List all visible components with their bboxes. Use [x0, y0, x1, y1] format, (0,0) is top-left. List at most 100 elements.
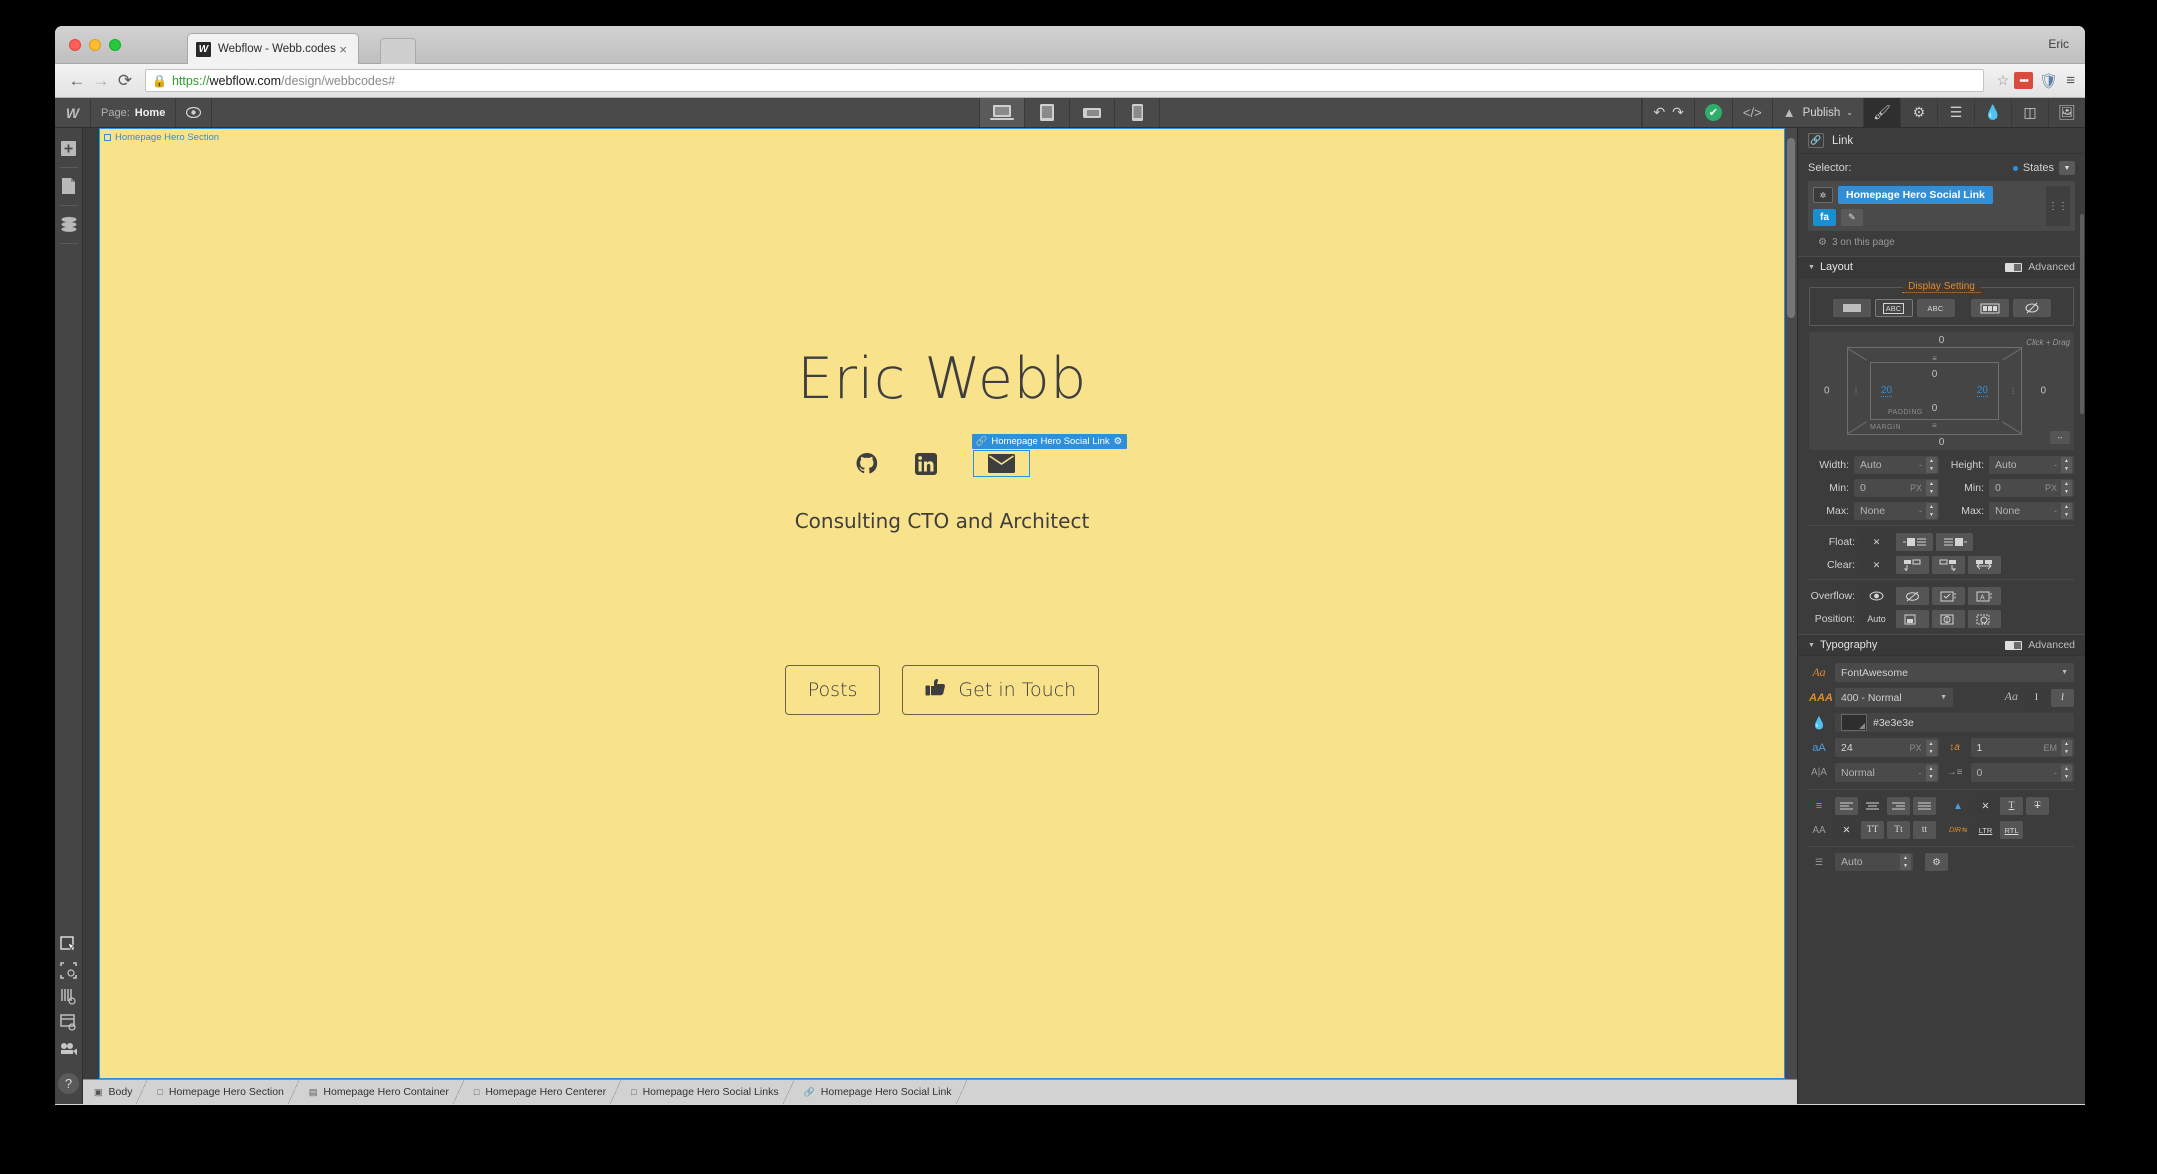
margin-bottom-value[interactable]: 0 [1939, 437, 1945, 448]
align-right-button[interactable] [1887, 797, 1910, 815]
posts-button[interactable]: Posts [784, 665, 881, 715]
canvas-scrollbar[interactable] [1785, 128, 1797, 1079]
window-controls[interactable] [69, 39, 121, 51]
breadcrumb-item-hero-social-links[interactable]: □ Homepage Hero Social Links [620, 1080, 795, 1104]
font-style-normal-button[interactable]: I [2025, 688, 2048, 707]
letter-spacing-input[interactable]: Normal - ▲ ▼ [1835, 763, 1939, 782]
line-height-input[interactable]: 1 EM ▲ ▼ [1970, 738, 2074, 757]
tab-interactions[interactable]: 💧 [1974, 98, 2011, 127]
clear-right-button[interactable] [1932, 556, 1965, 574]
breadcrumb-item-hero-centerer[interactable]: □ Homepage Hero Centerer [463, 1080, 622, 1104]
maximize-window-button[interactable] [109, 39, 121, 51]
viewport-switcher[interactable] [979, 98, 1160, 127]
align-left-button[interactable] [1835, 797, 1858, 815]
margin-top-value[interactable]: 0 [1939, 335, 1945, 346]
close-window-button[interactable] [69, 39, 81, 51]
min-height-stepper[interactable]: ▲ ▼ [2061, 480, 2072, 496]
float-none-button[interactable]: ✕ [1860, 533, 1893, 551]
typography-bottom-stepper[interactable]: ▲ ▼ [1900, 854, 1911, 870]
add-panel-icon[interactable] [58, 137, 80, 159]
panel-scrollbar[interactable] [2079, 154, 2085, 1104]
tab-close-icon[interactable]: × [336, 42, 350, 57]
padding-right-value[interactable]: 20 [1976, 385, 1988, 397]
case-lowercase-button[interactable]: tt [1913, 821, 1936, 839]
max-height-stepper[interactable]: ▲ ▼ [2061, 503, 2072, 519]
max-height-input[interactable]: None - ▲ ▼ [1989, 502, 2074, 520]
text-indent-stepper[interactable]: ▲ ▼ [2061, 764, 2072, 781]
layout-preview-icon[interactable] [58, 1011, 80, 1033]
font-weight-select[interactable]: 400 - Normal ▼ [1835, 688, 1953, 707]
max-width-input[interactable]: None - ▲ ▼ [1854, 502, 1939, 520]
box-model-editor[interactable]: 0 0 0 0 0 0 20 20 MARGIN PADDING ≡ ≡ ⋮ ⋮… [1809, 332, 2074, 450]
width-input[interactable]: Auto - ▲ ▼ [1854, 456, 1939, 474]
extension-icon-red[interactable]: ••• [2014, 72, 2034, 89]
browser-menu-icon[interactable]: ≡ [2066, 72, 2075, 89]
height-input[interactable]: Auto - ▲ ▼ [1989, 456, 2074, 474]
align-justify-button[interactable] [1913, 797, 1936, 815]
panel-scrollbar-thumb[interactable] [2080, 214, 2084, 414]
publish-button[interactable]: ▲ Publish ⌄ [1771, 98, 1863, 127]
align-center-button[interactable] [1861, 797, 1884, 815]
case-none-button[interactable]: ✕ [1835, 821, 1858, 839]
position-absolute-button[interactable] [1932, 610, 1965, 628]
breadcrumb-item-hero-section[interactable]: □ Homepage Hero Section [146, 1080, 300, 1104]
code-export-icon[interactable]: </> [1731, 98, 1772, 127]
webflow-logo[interactable]: W [55, 98, 91, 127]
page-canvas[interactable]: Homepage Hero Section Eric Webb � [99, 128, 1785, 1079]
viewport-tablet[interactable] [1024, 98, 1070, 127]
forward-icon[interactable]: → [89, 69, 113, 93]
canvas-scrollbar-thumb[interactable] [1787, 138, 1795, 318]
get-in-touch-button[interactable]: Get in Touch [902, 665, 1100, 715]
position-auto-button[interactable]: Auto [1860, 610, 1893, 628]
display-inline-block-button[interactable]: ABC [1874, 299, 1913, 317]
gear-icon[interactable]: ⚙ [1114, 436, 1123, 447]
redo-icon[interactable]: ↷ [1672, 104, 1684, 121]
letter-spacing-stepper[interactable]: ▲ ▼ [1925, 764, 1937, 781]
save-status-button[interactable]: ✔ [1693, 98, 1732, 127]
typography-bottom-input[interactable]: Auto ▲ ▼ [1835, 853, 1913, 871]
selector-sub-tag[interactable]: fa [1813, 209, 1836, 226]
font-size-input[interactable]: 24 PX ▲ ▼ [1835, 738, 1939, 757]
padding-bottom-value[interactable]: 0 [1932, 403, 1938, 414]
case-capitalize-button[interactable]: Tt [1887, 821, 1910, 839]
min-width-stepper[interactable]: ▲ ▼ [1926, 480, 1937, 496]
tab-style-brush[interactable]: 🖌 [1863, 98, 1900, 127]
hero-subtitle[interactable]: Consulting CTO and Architect [100, 509, 1784, 533]
font-size-stepper[interactable]: ▲ ▼ [1925, 739, 1937, 756]
undo-icon[interactable]: ↶ [1653, 104, 1665, 121]
breadcrumb-item-hero-social-link[interactable]: 🔗 Homepage Hero Social Link [793, 1080, 967, 1104]
github-icon[interactable] [855, 452, 879, 476]
typography-settings-icon[interactable]: ⚙ [1925, 853, 1948, 871]
bookmark-star-icon[interactable]: ☆ [1997, 72, 2010, 89]
float-left-button[interactable] [1896, 533, 1933, 551]
interactions-preview-icon[interactable] [58, 1037, 80, 1059]
layout-advanced-toggle[interactable]: Advanced [2005, 261, 2075, 273]
guides-toggle-icon[interactable] [58, 959, 80, 981]
extension-icon-shield[interactable]: 🛡 [2039, 72, 2058, 90]
color-swatch[interactable] [1841, 714, 1867, 731]
browser-profile-name[interactable]: Eric [2048, 37, 2069, 51]
overflow-visible-button[interactable] [1860, 587, 1893, 605]
breadcrumb-item-hero-container[interactable]: ▤ Homepage Hero Container [298, 1080, 464, 1104]
line-height-stepper[interactable]: ▲ ▼ [2061, 739, 2072, 756]
hero-heading[interactable]: Eric Webb [100, 351, 1784, 408]
overflow-scroll-button[interactable] [1932, 587, 1965, 605]
max-width-stepper[interactable]: ▲ ▼ [1926, 503, 1937, 519]
display-inline-button[interactable]: ABC [1916, 299, 1955, 317]
height-stepper[interactable]: ▲ ▼ [2061, 457, 2072, 473]
chevron-down-icon[interactable]: ▼ [2059, 161, 2075, 175]
clear-none-button[interactable]: ✕ [1860, 556, 1893, 574]
text-indent-input[interactable]: 0 - ▲ ▼ [1970, 763, 2074, 782]
new-tab-button[interactable] [380, 38, 416, 64]
position-fixed-button[interactable] [1968, 610, 2001, 628]
viewport-desktop[interactable] [979, 98, 1025, 127]
class-scope-icon[interactable]: ✲ [1813, 187, 1833, 203]
font-style-italic-button[interactable]: I [2051, 688, 2074, 707]
minimize-window-button[interactable] [89, 39, 101, 51]
min-width-input[interactable]: 0 PX ▲ ▼ [1854, 479, 1939, 497]
box-model-link-toggle[interactable]: ↔ [2050, 431, 2070, 444]
toggle-switch[interactable] [2005, 262, 2023, 272]
tab-navigator[interactable]: ☰ [1937, 98, 1974, 127]
toggle-switch[interactable] [2005, 640, 2023, 650]
select-tool-icon[interactable] [58, 933, 80, 955]
